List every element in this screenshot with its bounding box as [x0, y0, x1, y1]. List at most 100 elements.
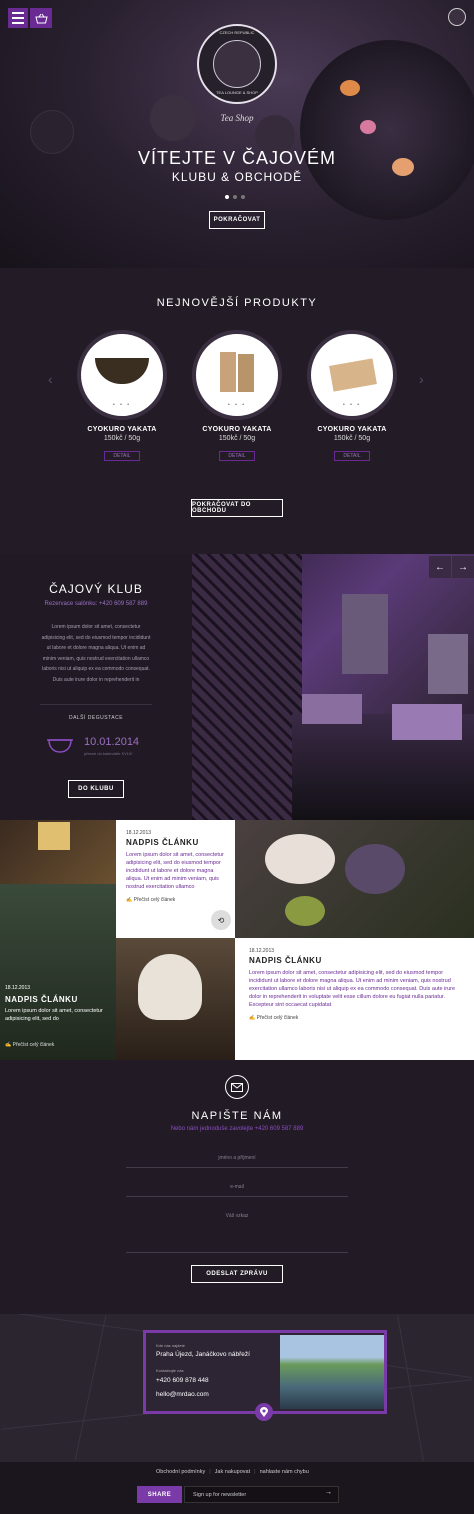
- teacup-icon: [47, 739, 73, 753]
- window-image: [428, 634, 468, 694]
- address: Praha Újezd, Janáčkovo nábřeží: [156, 1351, 250, 1358]
- riverside-photo: [280, 1335, 384, 1409]
- product-price: 150kč / 50g: [218, 435, 256, 442]
- product-pager: • • •: [227, 402, 247, 408]
- footer-links: Obchodní podmínky | Jak nakupovat | nahlas…: [156, 1469, 309, 1475]
- divider: [40, 704, 152, 705]
- menu-button[interactable]: [8, 8, 28, 28]
- map-street: [74, 1315, 107, 1461]
- send-message-button[interactable]: ODESLAT ZPRÁVU: [191, 1265, 283, 1283]
- product-detail-button[interactable]: DETAIL: [104, 451, 140, 461]
- matcha-image: [285, 896, 325, 926]
- products-prev-arrow[interactable]: ‹: [48, 371, 53, 387]
- read-more-label: Přečíst celý článek: [12, 1042, 55, 1048]
- tea-pouch-icon: [329, 358, 377, 392]
- product-name: CYOKURO YAKATA: [87, 426, 157, 433]
- phone-label: Kontaktujte nás: [156, 1368, 184, 1373]
- product-detail-button[interactable]: DETAIL: [219, 451, 255, 461]
- product-image[interactable]: • • •: [192, 330, 282, 420]
- product-detail-button[interactable]: DETAIL: [334, 451, 370, 461]
- basket-icon: [34, 13, 48, 23]
- read-more-label: Přečíst celý článek: [133, 897, 176, 903]
- tea-cups-image: [235, 820, 474, 938]
- phone[interactable]: +420 609 878 448: [156, 1377, 209, 1384]
- logo-bottom-text: TEA LOUNGE & SHOP: [216, 90, 258, 95]
- article-date: 18.12.2013: [126, 830, 152, 836]
- products-section: NEJNOVĚJŠÍ PRODUKTY ‹ › • • • CYOKURO YA…: [0, 268, 474, 554]
- plate-image: [300, 40, 474, 220]
- location-card: Kde nás najdete Praha Újezd, Janáčkovo n…: [143, 1330, 387, 1414]
- product-card[interactable]: • • • CYOKURO YAKATA 150kč / 50g DETAIL: [192, 330, 282, 461]
- product-pager: • • •: [342, 402, 362, 408]
- share-button[interactable]: SHARE: [137, 1486, 182, 1503]
- products-next-arrow[interactable]: ›: [419, 371, 424, 387]
- club-info-panel: ČAJOVÝ KLUB Rezervace salónku: +420 609 …: [0, 554, 192, 820]
- article-card[interactable]: 18.12.2013 NADPIS ČLÁNKU Lorem ipsum dol…: [116, 820, 235, 938]
- name-field[interactable]: jméno a příjmení: [126, 1155, 348, 1168]
- article-date: 18.12.2013: [5, 985, 31, 991]
- hero-title-line1: VÍTEJTE V ČAJOVÉM: [137, 148, 337, 168]
- article-card[interactable]: 18.12.2013 NADPIS ČLÁNKU Lorem ipsum dol…: [235, 938, 474, 1060]
- product-image[interactable]: • • •: [307, 330, 397, 420]
- next-tasting-sub: přesné do kalendáře KVUV: [84, 751, 133, 756]
- club-reservation: Rezervace salónku: +420 609 587 889: [44, 601, 148, 607]
- language-globe-icon[interactable]: [448, 8, 466, 26]
- teapot-icon: [138, 954, 202, 1020]
- club-body: Lorem ipsum dolor sit amet, consectetur …: [41, 624, 151, 683]
- cart-button[interactable]: [30, 8, 52, 28]
- article-excerpt: Lorem ipsum dolor sit amet, consectetur …: [249, 970, 456, 1008]
- article-title[interactable]: NADPIS ČLÁNKU: [5, 995, 78, 1004]
- cup-image: [265, 834, 335, 884]
- tea-bowl-icon: [95, 358, 149, 384]
- contact-section: NAPIŠTE NÁM Nebo nám jednoduše zavolejte…: [0, 1060, 474, 1314]
- lattice-screen-image: [192, 554, 302, 820]
- next-tasting-date: 10.01.2014: [84, 736, 140, 748]
- flower-image: [340, 80, 360, 96]
- message-field[interactable]: Váš vzkaz: [126, 1213, 348, 1253]
- product-price: 150kč / 50g: [103, 435, 141, 442]
- read-more-link[interactable]: ✍ Přečíst celý článek: [249, 1015, 460, 1021]
- product-name: CYOKURO YAKATA: [317, 426, 387, 433]
- article-title[interactable]: NADPIS ČLÁNKU: [249, 956, 460, 965]
- product-card[interactable]: • • • CYOKURO YAKATA 150kč / 50g DETAIL: [307, 330, 397, 461]
- garden-image: [0, 884, 116, 1060]
- lantern-icon: [38, 822, 70, 850]
- report-bug-link[interactable]: nahlaste nám chybu: [260, 1469, 309, 1475]
- share-icon[interactable]: ⟲: [211, 910, 231, 930]
- article-excerpt: Lorem ipsum dolor sit amet, consectetur …: [126, 852, 224, 890]
- read-more-link[interactable]: ✍ Přečíst celý článek: [5, 1042, 54, 1048]
- to-club-button[interactable]: DO KLUBU: [68, 780, 124, 798]
- product-price: 150kč / 50g: [333, 435, 371, 442]
- map-pin-icon[interactable]: [255, 1403, 273, 1421]
- contact-subtitle: Nebo nám jednoduše zavolejte +420 609 58…: [170, 1126, 304, 1132]
- read-more-label: Přečíst celý článek: [256, 1015, 299, 1021]
- continue-to-shop-button[interactable]: POKRAČOVAT DO OBCHODU: [191, 499, 283, 517]
- email[interactable]: hello@mrdao.com: [156, 1391, 209, 1398]
- product-card[interactable]: • • • CYOKURO YAKATA 150kč / 50g DETAIL: [77, 330, 167, 461]
- tea-club-section: ČAJOVÝ KLUB Rezervace salónku: +420 609 …: [0, 554, 474, 820]
- product-image[interactable]: • • •: [77, 330, 167, 420]
- product-name: CYOKURO YAKATA: [202, 426, 272, 433]
- next-tasting-label: DALŠÍ DEGUSTACE: [68, 715, 124, 721]
- how-to-buy-link[interactable]: Jak nakupovat: [215, 1469, 250, 1475]
- terms-link[interactable]: Obchodní podmínky: [156, 1469, 205, 1475]
- club-prev-button[interactable]: ←: [429, 556, 451, 578]
- teapot-image: [116, 938, 235, 1060]
- club-next-button[interactable]: →: [452, 556, 474, 578]
- email-field[interactable]: e-mail: [126, 1184, 348, 1197]
- newsletter-input[interactable]: Sign up for newsletter: [184, 1486, 339, 1503]
- hero-slider-dots[interactable]: [225, 195, 245, 199]
- hero-continue-button[interactable]: POKRAČOVAT: [209, 211, 265, 229]
- brand-script: Tea Shop: [220, 113, 254, 123]
- club-title: ČAJOVÝ KLUB: [49, 582, 143, 596]
- contact-title: NAPIŠTE NÁM: [191, 1110, 283, 1122]
- article-excerpt: Lorem ipsum dolor sit amet, consectetur …: [5, 1008, 103, 1022]
- article-title[interactable]: NADPIS ČLÁNKU: [126, 838, 225, 847]
- read-more-link[interactable]: ✍ Přečíst celý článek: [126, 897, 225, 903]
- newsletter-submit-arrow-icon[interactable]: →: [325, 1489, 332, 1496]
- envelope-icon: [225, 1075, 249, 1099]
- logo-top-text: CZECH REPUBLIC: [219, 30, 255, 35]
- hero-section: CZECH REPUBLIC TEA LOUNGE & SHOP Tea Sho…: [0, 0, 474, 268]
- logo[interactable]: CZECH REPUBLIC TEA LOUNGE & SHOP: [197, 24, 277, 104]
- armchair-image: [302, 694, 362, 724]
